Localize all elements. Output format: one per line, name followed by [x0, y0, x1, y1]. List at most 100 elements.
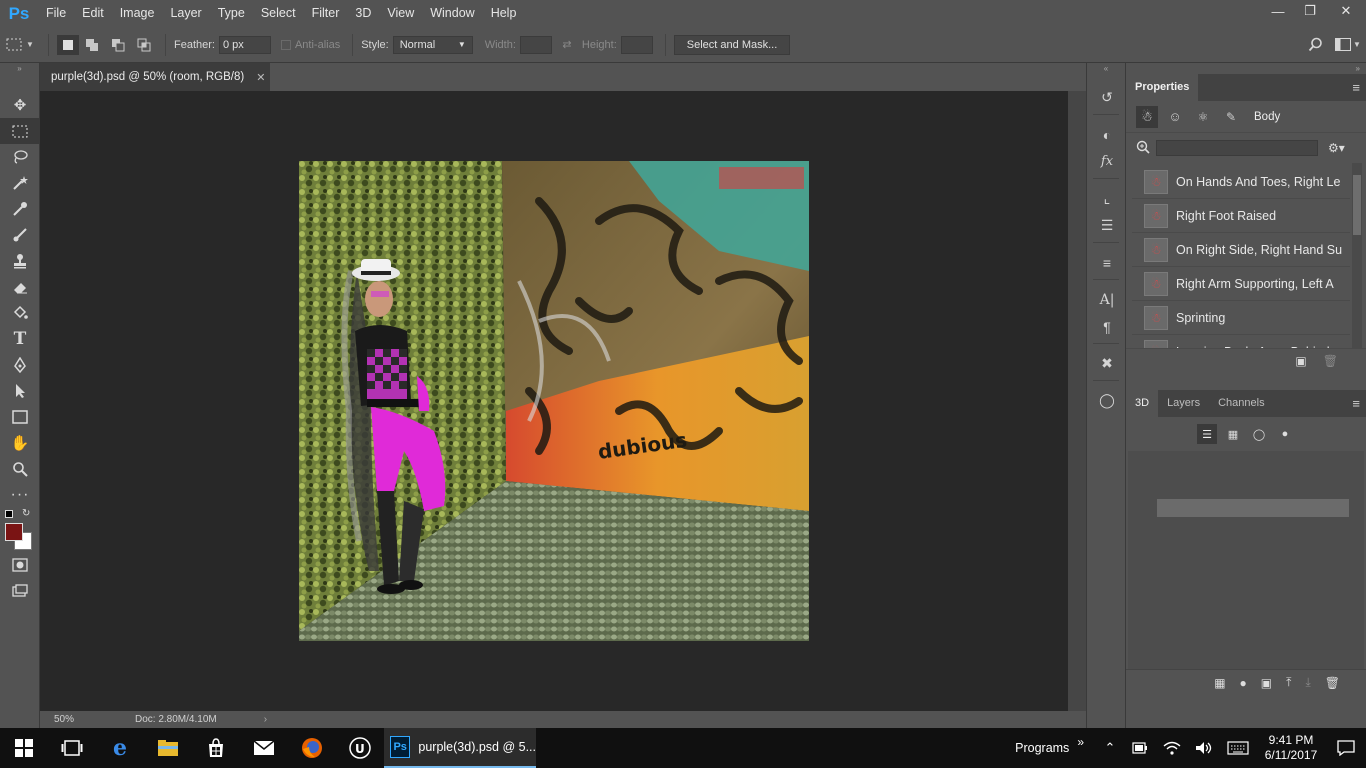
- minimize-icon[interactable]: —: [1262, 0, 1294, 22]
- trash-icon[interactable]: 🗑: [1323, 354, 1338, 368]
- clone-source-icon[interactable]: ≡: [1087, 249, 1127, 276]
- eyedropper-icon[interactable]: [0, 196, 40, 222]
- swap-colors-icon[interactable]: ↻: [22, 508, 30, 519]
- mesh-add-icon[interactable]: ▦: [1214, 676, 1225, 690]
- search-icon[interactable]: [1300, 35, 1330, 55]
- panel-menu-icon[interactable]: ≡: [1352, 80, 1360, 95]
- menu-help[interactable]: Help: [483, 0, 525, 27]
- pose-list-item[interactable]: ☃ Leaning Back, Arms Behind: [1132, 335, 1350, 348]
- zoom-search-icon[interactable]: [1136, 140, 1150, 157]
- style-select[interactable]: Normal ▼: [392, 35, 473, 54]
- document-canvas[interactable]: dubious: [299, 161, 809, 641]
- menu-layer[interactable]: Layer: [162, 0, 209, 27]
- lasso-tool-icon[interactable]: [0, 144, 40, 170]
- battery-icon[interactable]: [1124, 728, 1156, 768]
- collapse-icon[interactable]: »: [0, 63, 39, 74]
- store-icon[interactable]: [192, 728, 240, 768]
- status-menu-icon[interactable]: ›: [264, 714, 267, 725]
- rectangle-tool-icon[interactable]: [0, 404, 40, 430]
- add-selection-icon[interactable]: [79, 35, 105, 55]
- pose-list-item[interactable]: ☃ Sprinting: [1132, 301, 1350, 335]
- new-preset-icon[interactable]: ▣: [1295, 354, 1306, 368]
- panel-menu-icon[interactable]: ≡: [1352, 396, 1360, 411]
- pose-list-scrollbar[interactable]: [1352, 163, 1362, 348]
- action-center-icon[interactable]: [1326, 728, 1366, 768]
- file-explorer-icon[interactable]: [144, 728, 192, 768]
- antialias-checkbox[interactable]: [280, 39, 291, 50]
- toolbar-expand-icon[interactable]: »: [1077, 735, 1084, 749]
- marquee-preset-icon[interactable]: ▼: [0, 35, 40, 55]
- mask-icon[interactable]: ☺: [1164, 106, 1186, 128]
- zoom-tool-icon[interactable]: [0, 456, 40, 482]
- whole-scene-icon[interactable]: ☰: [1197, 424, 1217, 444]
- restore-icon[interactable]: ❐: [1294, 0, 1326, 22]
- pen-tool-icon[interactable]: [0, 352, 40, 378]
- foreground-color-swatch[interactable]: [5, 523, 23, 541]
- feather-input[interactable]: 0 px: [218, 35, 271, 54]
- menu-3d[interactable]: 3D: [347, 0, 379, 27]
- taskbar-photoshop-button[interactable]: Ps purple(3d).psd @ 5...: [384, 728, 536, 768]
- swap-dimensions-icon[interactable]: ⇄: [552, 35, 582, 55]
- subtract-selection-icon[interactable]: [105, 35, 131, 55]
- lights-icon[interactable]: ●: [1275, 424, 1295, 444]
- more-tools-icon[interactable]: ···: [0, 482, 40, 508]
- menu-filter[interactable]: Filter: [304, 0, 348, 27]
- tab-channels[interactable]: Channels: [1209, 390, 1273, 417]
- pose-list-item[interactable]: ☃ Right Arm Supporting, Left A: [1132, 267, 1350, 301]
- width-input[interactable]: [519, 35, 552, 54]
- height-input[interactable]: [620, 35, 653, 54]
- properties-sliders-icon[interactable]: ☰: [1087, 212, 1127, 239]
- default-colors-icon[interactable]: [5, 510, 13, 518]
- wifi-icon[interactable]: [1156, 728, 1188, 768]
- brush-presets-icon[interactable]: ⌞: [1087, 185, 1127, 212]
- menu-view[interactable]: View: [379, 0, 422, 27]
- pose-list-item[interactable]: ☃ On Hands And Toes, Right Le: [1132, 165, 1350, 199]
- canvas-vertical-scrollbar[interactable]: [1068, 91, 1086, 711]
- paint-icon[interactable]: ✎: [1220, 106, 1242, 128]
- programs-toolbar-label[interactable]: Programs: [1015, 741, 1069, 755]
- new-selection-icon[interactable]: [57, 34, 79, 55]
- adjustments-icon[interactable]: ◐: [1087, 121, 1127, 148]
- paragraph-icon[interactable]: ¶: [1087, 313, 1127, 340]
- paint-bucket-icon[interactable]: [0, 300, 40, 326]
- workspace-icon[interactable]: ▼: [1330, 35, 1366, 55]
- meshes-icon[interactable]: ▦: [1223, 424, 1243, 444]
- keyboard-icon[interactable]: [1220, 728, 1256, 768]
- menu-type[interactable]: Type: [210, 0, 253, 27]
- tab-properties[interactable]: Properties: [1126, 74, 1199, 101]
- gear-icon[interactable]: ⚙▾: [1328, 141, 1345, 155]
- type-tool-icon[interactable]: T: [0, 326, 40, 352]
- menu-image[interactable]: Image: [112, 0, 163, 27]
- styles-fx-icon[interactable]: fx: [1087, 148, 1127, 175]
- light-add-icon[interactable]: ●: [1240, 676, 1247, 690]
- show-hidden-icons-icon[interactable]: ⌃: [1096, 728, 1124, 768]
- eraser-icon[interactable]: [0, 274, 40, 300]
- stamp-icon[interactable]: [0, 248, 40, 274]
- character-icon[interactable]: A|: [1087, 286, 1127, 313]
- menu-edit[interactable]: Edit: [74, 0, 112, 27]
- volume-icon[interactable]: [1188, 728, 1220, 768]
- close-icon[interactable]: ✕: [1326, 0, 1366, 22]
- scene-row-selected[interactable]: [1157, 499, 1349, 517]
- tab-3d[interactable]: 3D: [1126, 390, 1159, 417]
- firefox-icon[interactable]: [288, 728, 336, 768]
- windows-start-icon[interactable]: [0, 728, 48, 768]
- tools-cross-icon[interactable]: ✖: [1087, 350, 1127, 377]
- collapse-icon[interactable]: »: [1126, 63, 1366, 74]
- menu-file[interactable]: File: [38, 0, 74, 27]
- marquee-tool-icon[interactable]: [0, 118, 40, 144]
- menu-window[interactable]: Window: [422, 0, 482, 27]
- mail-icon[interactable]: [240, 728, 288, 768]
- zoom-level[interactable]: 50%: [40, 714, 88, 725]
- body-pose-icon[interactable]: ☃: [1136, 105, 1158, 128]
- creative-cloud-icon[interactable]: ◯: [1087, 387, 1127, 414]
- quick-mask-icon[interactable]: [0, 552, 40, 578]
- pose-list-item[interactable]: ☃ Right Foot Raised: [1132, 199, 1350, 233]
- clock[interactable]: 9:41 PM 6/11/2017: [1256, 733, 1326, 763]
- move-tool-icon[interactable]: ✥: [0, 92, 40, 118]
- intersect-selection-icon[interactable]: [131, 35, 157, 55]
- document-tab[interactable]: purple(3d).psd @ 50% (room, RGB/8) ✕: [40, 63, 270, 91]
- magic-wand-icon[interactable]: [0, 170, 40, 196]
- history-icon[interactable]: ↺: [1087, 84, 1127, 111]
- brush-icon[interactable]: [0, 222, 40, 248]
